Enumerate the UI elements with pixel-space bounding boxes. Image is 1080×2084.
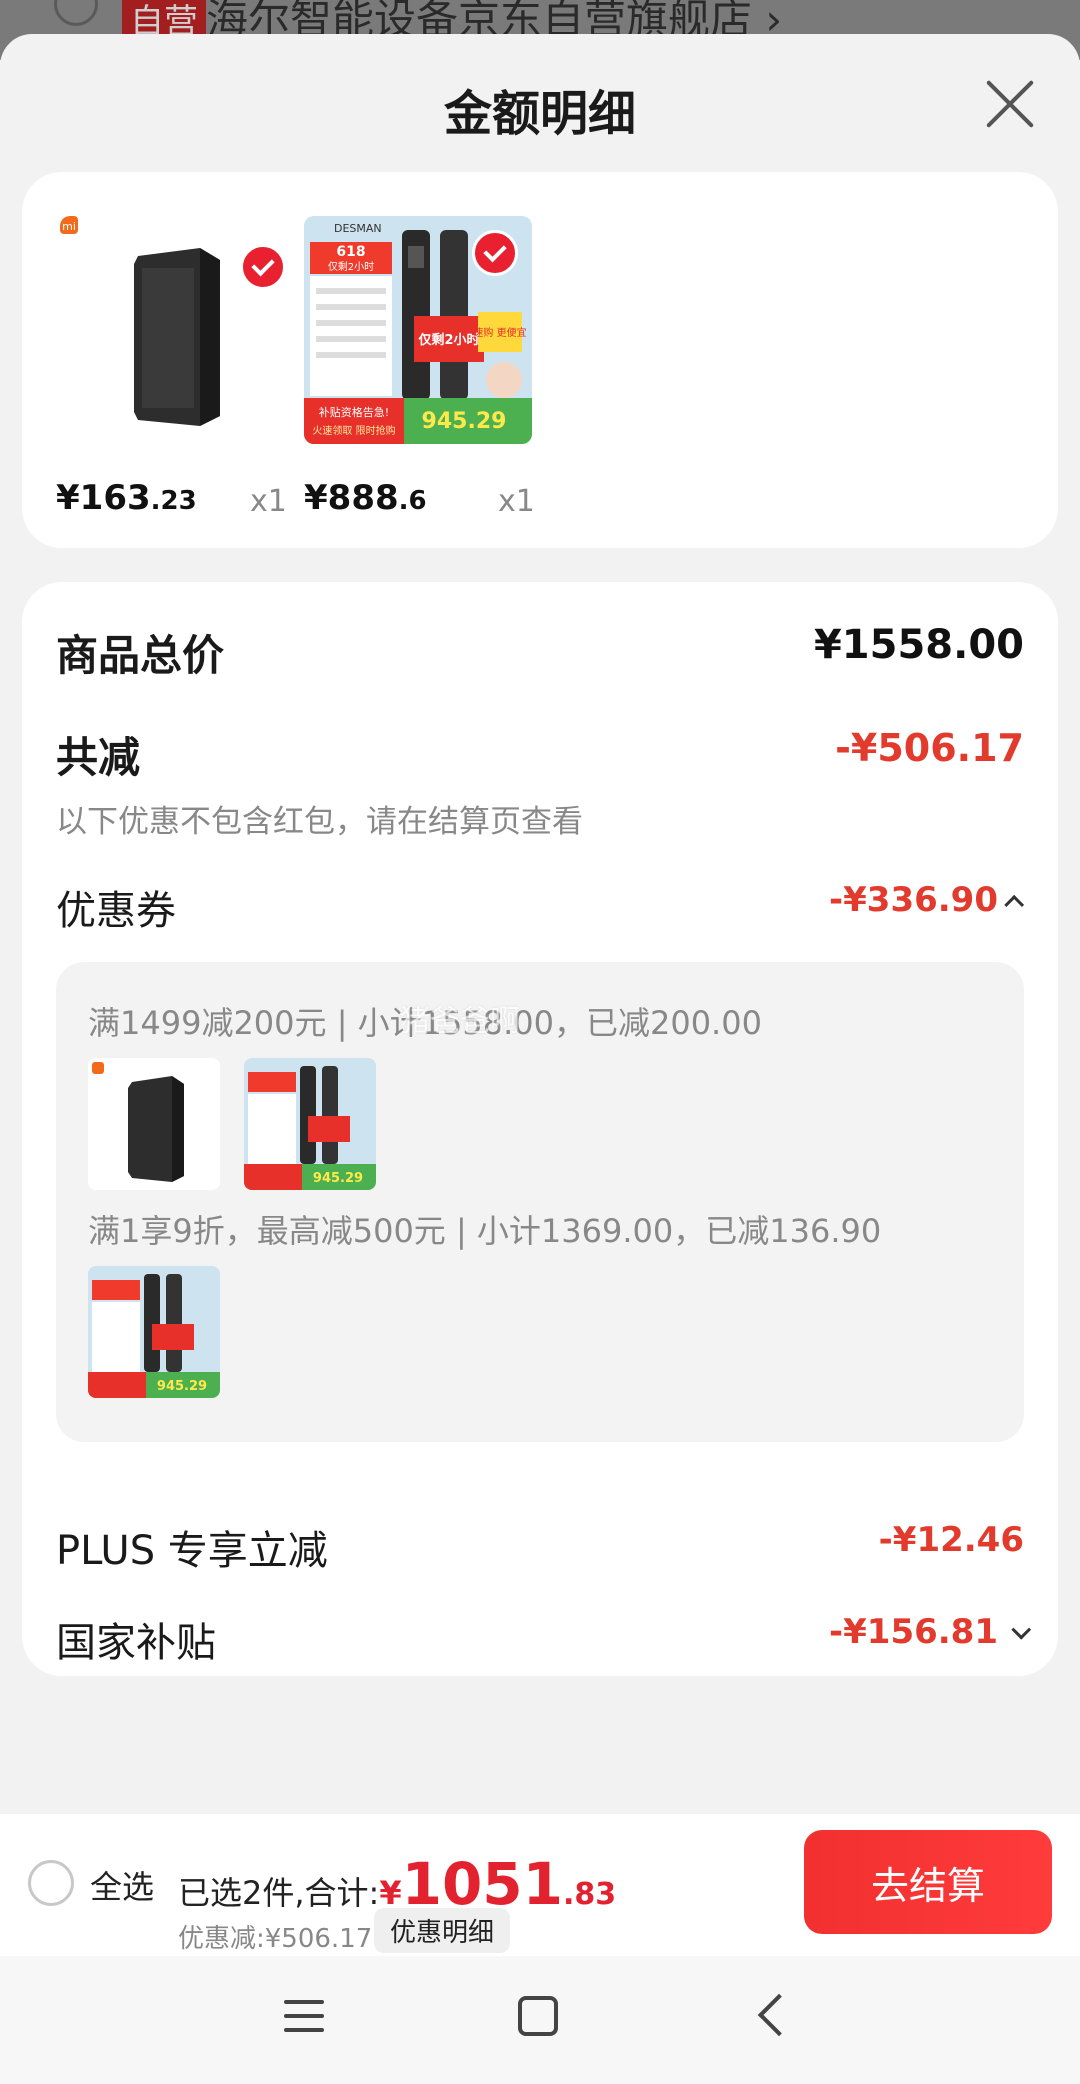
- coupon-product-thumb: 945.29: [88, 1266, 220, 1398]
- total-reduce-label: 共减: [56, 733, 141, 782]
- svg-text:945.29: 945.29: [157, 1379, 207, 1394]
- summary-prefix: 已选2件,合计:: [178, 1874, 380, 1912]
- discount-detail-button[interactable]: 优惠明细: [374, 1908, 511, 1953]
- svg-text:mi: mi: [62, 220, 76, 233]
- subsidy-value: -¥156.81: [829, 1612, 998, 1652]
- subsidy-toggle[interactable]: -¥156.81: [829, 1612, 1032, 1652]
- close-icon[interactable]: [982, 76, 1038, 132]
- coupon-product-thumb: [88, 1058, 220, 1190]
- checkout-bar: 全选 已选2件,合计:¥1051.83 优惠减:¥506.17 优惠明细 去结算: [0, 1814, 1080, 1956]
- store-select-radio: [54, 0, 98, 26]
- discount-summary: 优惠减:¥506.17: [178, 1924, 373, 1954]
- selected-check-icon[interactable]: [240, 244, 286, 290]
- chevron-up-icon: [1004, 894, 1025, 915]
- svg-text:仅剩2小时: 仅剩2小时: [417, 332, 479, 348]
- svg-text:补贴资格告急!: 补贴资格告急!: [319, 405, 389, 419]
- select-all-radio[interactable]: [28, 1860, 74, 1906]
- svg-text:DESMAN: DESMAN: [334, 222, 382, 235]
- product-quantity: x1: [498, 484, 535, 519]
- system-nav-bar: [0, 1956, 1080, 2084]
- svg-text:945.29: 945.29: [313, 1171, 363, 1186]
- svg-text:仅剩2小时: 仅剩2小时: [328, 260, 374, 273]
- back-icon[interactable]: [757, 1993, 801, 2037]
- coupon-label: 优惠券: [56, 888, 176, 934]
- coupon-toggle[interactable]: -¥336.90: [829, 880, 1025, 920]
- svg-text:速购 更便宜: 速购 更便宜: [473, 326, 526, 339]
- sheet-title: 金额明细: [443, 86, 636, 142]
- svg-text:618: 618: [336, 244, 365, 260]
- product-price: ¥888.6: [304, 478, 427, 518]
- product-card: mi ¥163.23 x1 DESMAN 618 仅剩2小时 仅剩2小时 速购 …: [22, 172, 1058, 548]
- product-quantity: x1: [250, 484, 287, 519]
- watermark: 猪爸爸啊: [400, 1004, 520, 1039]
- svg-text:火速领取 限时抢购: 火速领取 限时抢购: [312, 424, 395, 437]
- checkout-button[interactable]: 去结算: [804, 1830, 1052, 1934]
- coupon-detail-box: 满1499减200元 | 小计1558.00，已减200.00 945.29 满…: [56, 962, 1024, 1442]
- coupon-rule: 满1享9折，最高减500元 | 小计1369.00，已减136.90: [88, 1212, 882, 1250]
- selected-check-icon[interactable]: [472, 230, 518, 276]
- total-price-value: ¥1558.00: [813, 622, 1024, 668]
- subsidy-label: 国家补贴: [56, 1620, 216, 1666]
- total-reduce-value: -¥506.17: [835, 726, 1024, 770]
- chevron-down-icon: [1011, 1619, 1032, 1640]
- amount-detail-sheet: 金额明细 mi ¥163.23 x1 DESMAN 618 仅剩2小时 仅剩2小…: [0, 34, 1080, 1814]
- reduce-note: 以下优惠不包含红包，请在结算页查看: [56, 804, 583, 840]
- home-icon[interactable]: [518, 1996, 558, 2036]
- select-all-label[interactable]: 全选: [90, 1862, 154, 1908]
- plus-discount-value: -¥12.46: [878, 1520, 1024, 1560]
- coupon-value: -¥336.90: [829, 880, 998, 920]
- coupon-product-thumb: 945.29: [244, 1058, 376, 1190]
- price-detail-card: 商品总价 ¥1558.00 共减 -¥506.17 以下优惠不包含红包，请在结算…: [22, 582, 1058, 1676]
- product-price: ¥163.23: [56, 478, 197, 518]
- recent-apps-icon[interactable]: [284, 2000, 324, 2034]
- total-price-label: 商品总价: [56, 631, 225, 680]
- total-amount-dec: .83: [563, 1877, 617, 1912]
- plus-discount-label: PLUS 专享立减: [56, 1528, 328, 1574]
- total-currency: ¥: [379, 1874, 402, 1912]
- svg-text:945.29: 945.29: [422, 409, 507, 434]
